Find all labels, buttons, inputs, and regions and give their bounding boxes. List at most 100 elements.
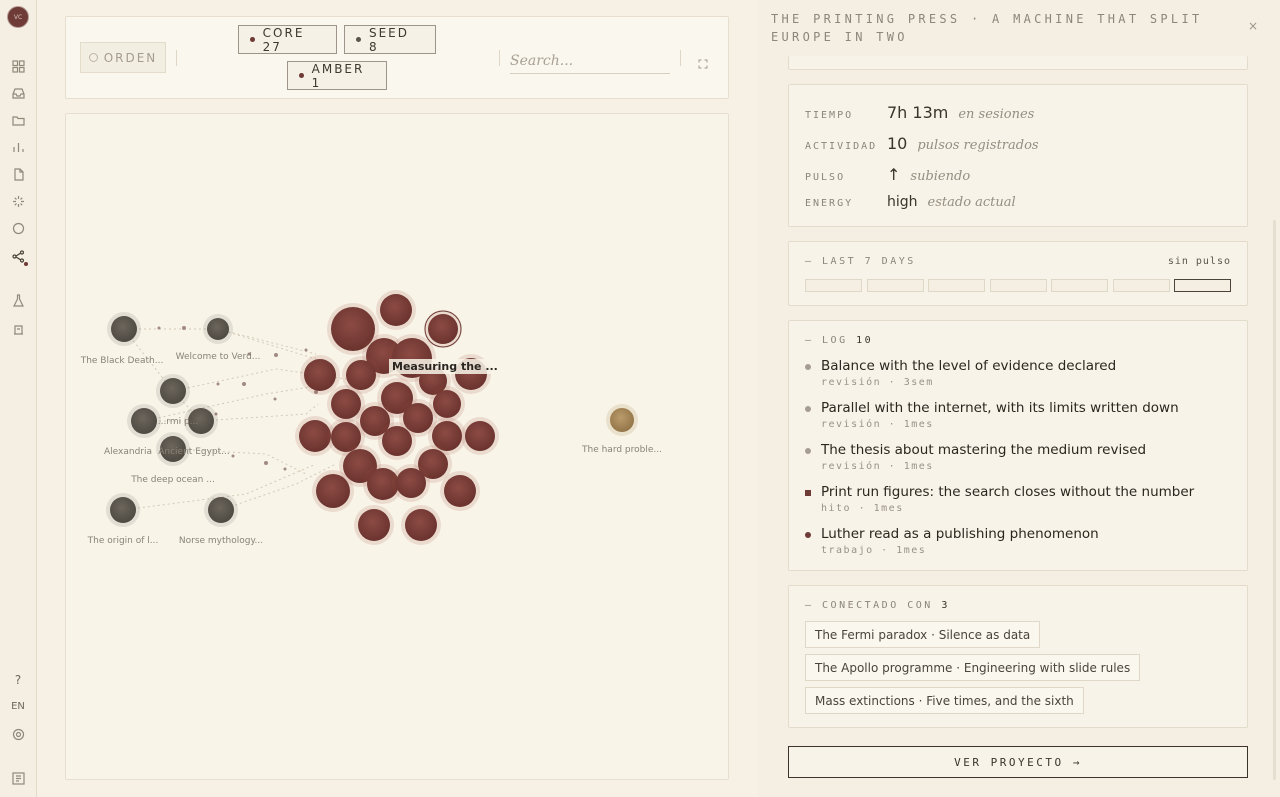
log-meta: revisión · 3sem	[821, 377, 934, 388]
amber-node[interactable]	[610, 408, 634, 432]
last-7-days-heading: — LAST 7 DAYS	[805, 256, 916, 267]
divider	[499, 50, 500, 66]
core-node[interactable]	[358, 509, 390, 541]
day-cell	[805, 279, 862, 292]
stat-row-pulso: PULSO ↑ subiendo	[805, 165, 970, 184]
node-label: Ancient Egypt...	[158, 447, 230, 457]
node-label: ...rmi p...	[157, 417, 199, 427]
stat-value: 7h 13m	[887, 103, 949, 122]
log-text: The thesis about mastering the medium re…	[821, 442, 1147, 458]
log-text: Luther read as a publishing phenomenon	[821, 526, 1099, 542]
stat-key: ENERGY	[805, 198, 854, 209]
stat-key: ACTIVIDAD	[805, 141, 878, 152]
log-meta: hito · 1mes	[821, 503, 904, 514]
divider	[680, 50, 681, 66]
chart-icon[interactable]	[9, 138, 27, 156]
log-count: 10	[856, 335, 874, 346]
graph-toolbar: ORDEN CORE 27 SEED 8 AMBER 1	[65, 16, 729, 99]
help-icon[interactable]: ?	[9, 671, 27, 689]
last-7-days-card: — LAST 7 DAYS sin pulso	[788, 241, 1248, 306]
amber-nodes[interactable]	[606, 404, 638, 436]
core-node[interactable]	[304, 359, 336, 391]
language-toggle[interactable]: EN	[9, 698, 27, 716]
core-nodes[interactable]	[295, 290, 499, 545]
core-node[interactable]	[346, 360, 376, 390]
seed-node[interactable]	[131, 408, 157, 434]
core-node[interactable]	[380, 294, 412, 326]
sparkle-icon[interactable]	[9, 192, 27, 210]
stat-value: 10	[887, 134, 908, 153]
arrow-up-icon: ↑	[887, 165, 901, 184]
panel-icon[interactable]	[9, 769, 27, 787]
amber-dot-icon	[299, 73, 304, 78]
connected-project-chip[interactable]: Mass extinctions · Five times, and the s…	[805, 687, 1084, 714]
stat-value: high	[887, 194, 918, 210]
stat-row-energy: ENERGY high estado actual	[805, 194, 1016, 210]
day-cell-today	[1174, 279, 1231, 292]
inbox-icon[interactable]	[9, 84, 27, 102]
milestone-icon	[805, 490, 811, 496]
day-cell	[867, 279, 924, 292]
filter-label: AMBER 1	[311, 61, 365, 90]
filter-label: SEED 8	[368, 25, 409, 54]
scrollbar[interactable]	[1273, 220, 1276, 780]
hover-label: Measuring the ...	[389, 359, 497, 374]
bullet-icon	[805, 364, 811, 370]
grid-icon[interactable]	[9, 57, 27, 75]
stat-note: estado actual	[927, 195, 1016, 210]
stat-row-actividad: ACTIVIDAD 10 pulsos registrados	[805, 134, 1039, 153]
circle-icon[interactable]	[9, 219, 27, 237]
node-label: The hard proble...	[582, 445, 662, 455]
seed-node[interactable]	[207, 318, 229, 340]
last-7-days-status: sin pulso	[1167, 256, 1231, 267]
core-node[interactable]	[396, 468, 426, 498]
graph-canvas[interactable]: The Black Death... Welcome to Verd... ..…	[65, 113, 729, 780]
filter-chip-core[interactable]: CORE 27	[238, 25, 337, 54]
close-icon[interactable]: ×	[1248, 20, 1260, 32]
day-cell	[1051, 279, 1108, 292]
avatar[interactable]: VC	[7, 6, 29, 28]
core-node[interactable]	[428, 314, 458, 344]
core-node[interactable]	[382, 426, 412, 456]
seed-node[interactable]	[208, 497, 234, 523]
log-meta: revisión · 1mes	[821, 461, 934, 472]
log-text: Print run figures: the search closes wit…	[821, 484, 1195, 500]
core-node[interactable]	[465, 421, 495, 451]
stat-note: subiendo	[910, 169, 971, 184]
settings-icon[interactable]	[9, 725, 27, 743]
expand-icon[interactable]	[698, 54, 708, 69]
filter-chip-amber[interactable]: AMBER 1	[287, 61, 387, 90]
previous-card-edge	[788, 56, 1248, 70]
scale-icon[interactable]	[9, 320, 27, 338]
stat-row-tiempo: TIEMPO 7h 13m en sesiones	[805, 103, 1034, 122]
left-rail: VC ? EN	[0, 0, 37, 797]
flask-icon[interactable]	[9, 291, 27, 309]
seed-node[interactable]	[160, 378, 186, 404]
folder-icon[interactable]	[9, 111, 27, 129]
core-node[interactable]	[331, 389, 361, 419]
core-node[interactable]	[316, 474, 350, 508]
panel-title: THE PRINTING PRESS · A MACHINE THAT SPLI…	[771, 12, 1203, 44]
log-heading: — LOG 10	[805, 335, 873, 346]
stat-key: TIEMPO	[805, 110, 854, 121]
connected-project-chip[interactable]: The Apollo programme · Engineering with …	[805, 654, 1141, 681]
log-card: — LOG 10 Balance with the level of evide…	[788, 320, 1248, 571]
core-node[interactable]	[405, 509, 437, 541]
log-text: Parallel with the internet, with its lim…	[821, 400, 1179, 416]
search-input[interactable]	[510, 48, 670, 74]
stats-card: TIEMPO 7h 13m en sesiones ACTIVIDAD 10 p…	[788, 84, 1248, 227]
stat-note: en sesiones	[958, 107, 1035, 122]
connected-heading: — CONECTADO CON 3	[805, 600, 950, 611]
document-icon[interactable]	[9, 165, 27, 183]
graph-icon[interactable]	[9, 247, 28, 266]
seed-node[interactable]	[111, 316, 137, 342]
connected-card: — CONECTADO CON 3 The Fermi paradox · Si…	[788, 585, 1248, 728]
core-node[interactable]	[444, 475, 476, 507]
core-node[interactable]	[433, 390, 461, 418]
seed-node[interactable]	[110, 497, 136, 523]
connected-project-chip[interactable]: The Fermi paradox · Silence as data	[805, 621, 1041, 648]
core-node[interactable]	[299, 420, 331, 452]
filter-chip-seed[interactable]: SEED 8	[344, 25, 436, 54]
ver-proyecto-button[interactable]: VER PROYECTO →	[788, 746, 1248, 778]
orden-button[interactable]: ORDEN	[80, 42, 166, 73]
